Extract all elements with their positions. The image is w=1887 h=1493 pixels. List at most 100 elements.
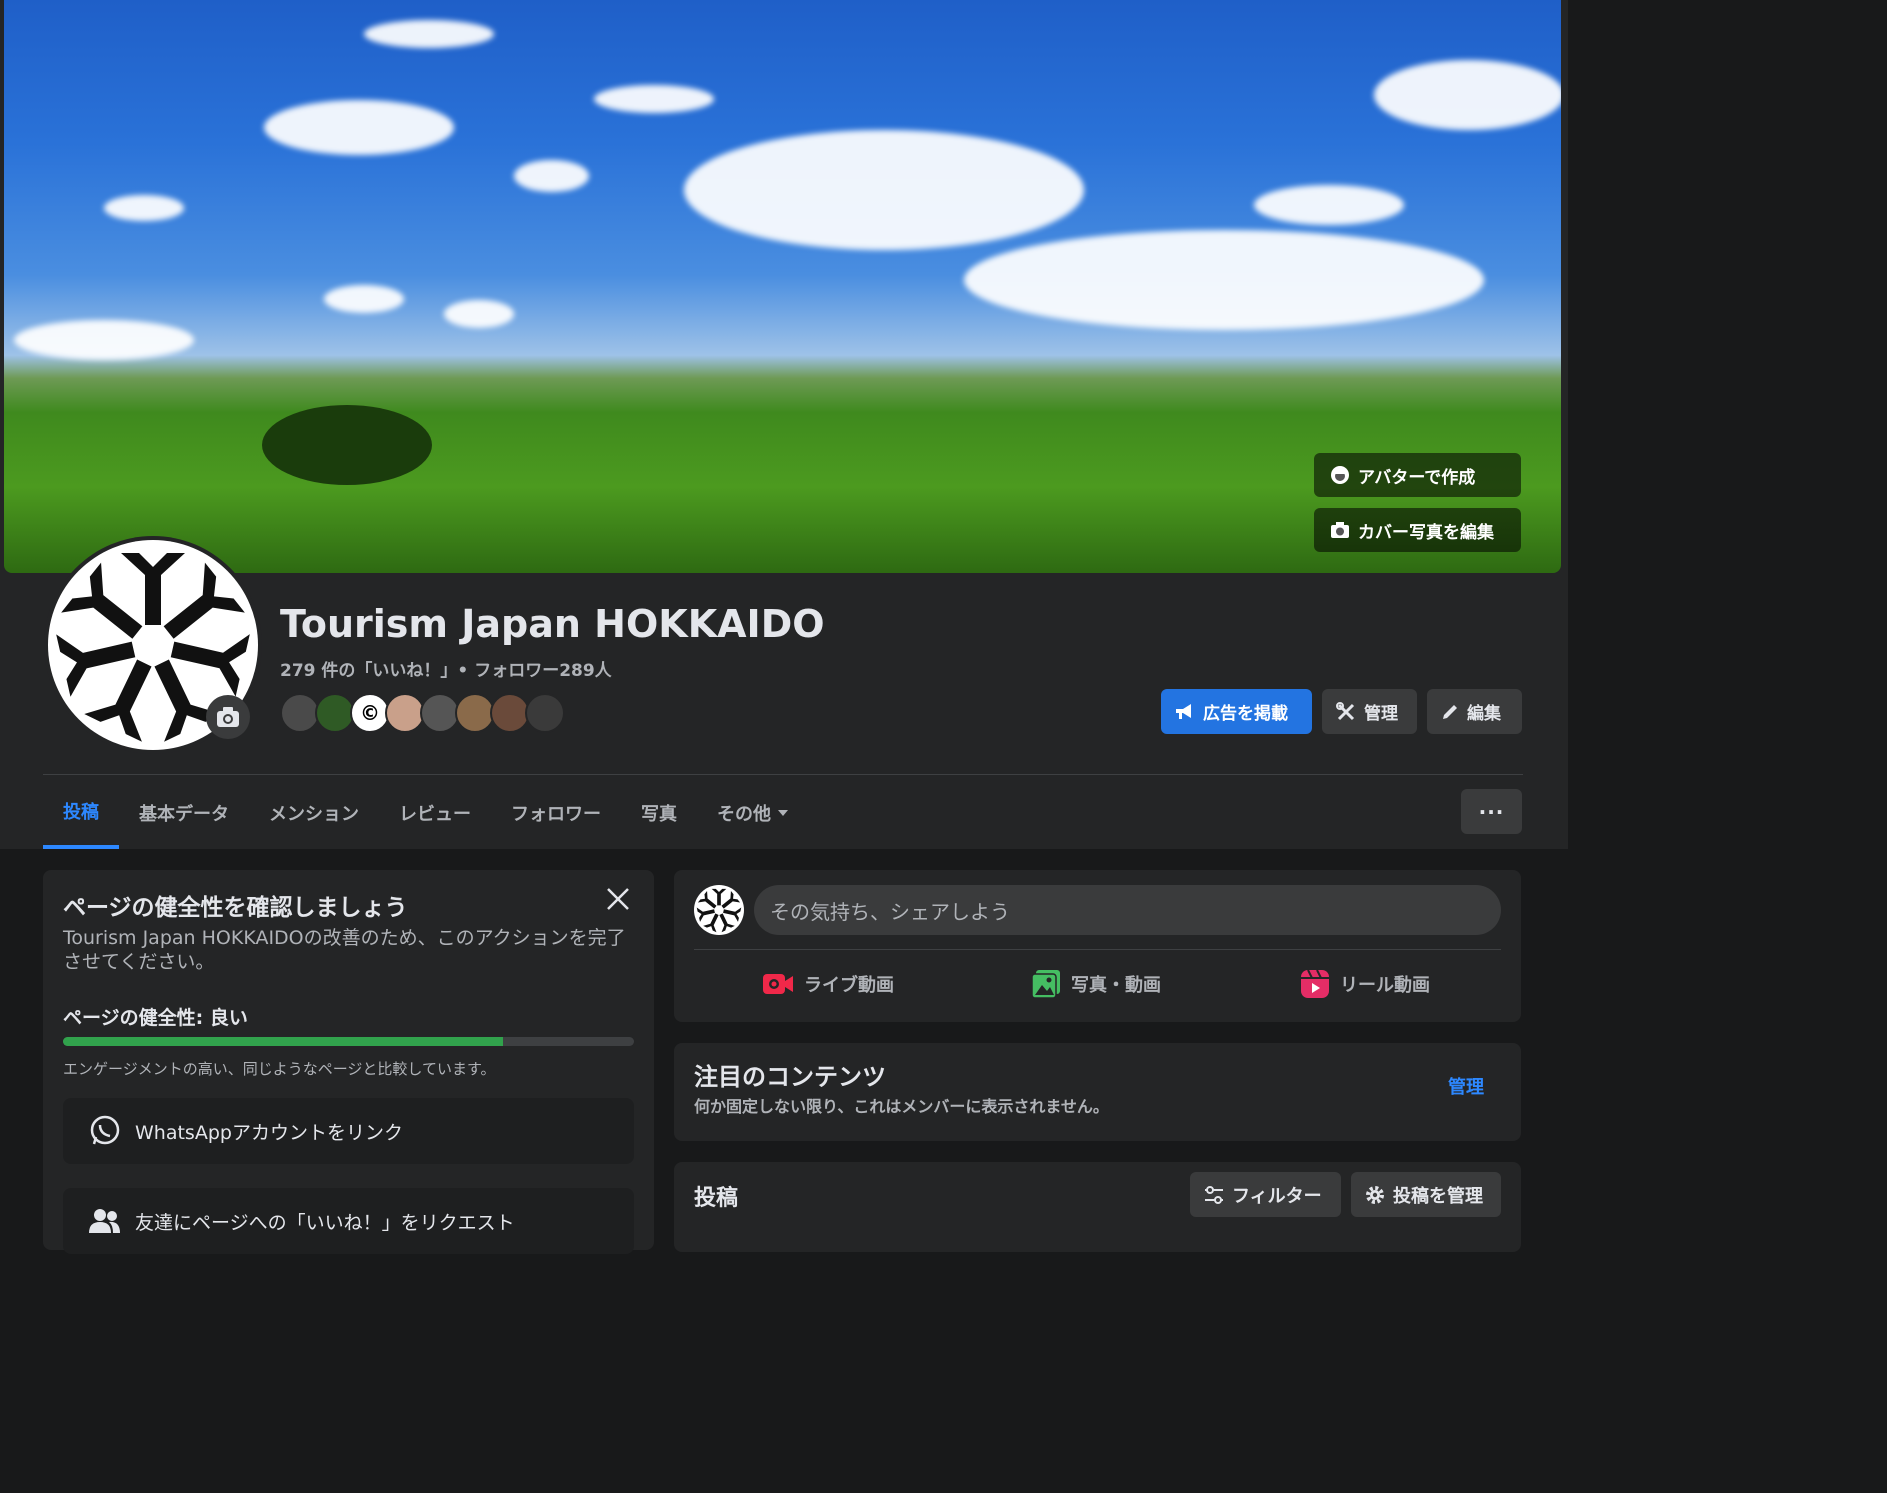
caret-down-icon xyxy=(778,809,788,816)
filter-label: フィルター xyxy=(1232,1185,1322,1207)
avatar-icon xyxy=(1331,466,1349,484)
tab-label: メンション xyxy=(269,803,359,825)
people-icon xyxy=(89,1209,120,1233)
tab-posts[interactable]: 投稿 xyxy=(43,776,119,849)
page-title: Tourism Japan HOKKAIDO xyxy=(280,602,825,646)
cloud-decoration xyxy=(264,100,454,155)
tab-followers[interactable]: フォロワー xyxy=(491,776,621,849)
posts-card: 投稿 フィルター 投稿を管理 xyxy=(674,1162,1521,1252)
edit-label: 編集 xyxy=(1467,704,1501,724)
follower-avatars[interactable]: © xyxy=(280,693,565,735)
avatar[interactable] xyxy=(490,693,530,733)
post-composer-card: その気持ち、シェアしよう ライブ動画 写真・動画 リール動画 xyxy=(674,870,1521,1022)
edit-button[interactable]: 編集 xyxy=(1427,689,1522,734)
cover-photo[interactable]: アバターで作成 カバー写真を編集 xyxy=(4,0,1561,573)
tab-label: 基本データ xyxy=(139,803,229,825)
link-whatsapp-task[interactable]: WhatsAppアカウントをリンク xyxy=(63,1098,634,1164)
cloud-decoration xyxy=(324,285,404,313)
featured-title: 注目のコンテンツ xyxy=(694,1063,886,1091)
cloud-decoration xyxy=(364,20,494,48)
task-label: 友達にページへの「いいね！」をリクエスト xyxy=(135,1211,515,1234)
divider xyxy=(43,774,1523,775)
more-options-button[interactable]: ··· xyxy=(1461,789,1522,834)
tab-reviews[interactable]: レビュー xyxy=(379,776,491,849)
live-video-icon xyxy=(763,974,793,994)
advertise-button[interactable]: 広告を掲載 xyxy=(1161,689,1312,734)
hokkaido-emblem-icon xyxy=(696,888,742,933)
gear-icon xyxy=(1366,1185,1384,1204)
cloud-decoration xyxy=(684,130,1084,250)
avatar[interactable] xyxy=(455,693,495,733)
tools-icon xyxy=(1336,701,1355,720)
cloud-decoration xyxy=(444,300,514,328)
avatar[interactable] xyxy=(525,693,565,733)
tree-decoration xyxy=(262,405,432,485)
page-tabs: 投稿 基本データ メンション レビュー フォロワー 写真 その他 xyxy=(43,776,809,849)
page-health-card: ページの健全性を確認しましょう Tourism Japan HOKKAIDOの改… xyxy=(43,870,654,1254)
featured-manage-link[interactable]: 管理 xyxy=(1448,1073,1484,1099)
featured-subtitle: 何か固定しない限り、これはメンバーに表示されません。 xyxy=(694,1097,1109,1116)
megaphone-icon xyxy=(1176,703,1191,719)
reel-label: リール動画 xyxy=(1340,975,1430,996)
whatsapp-icon xyxy=(90,1115,120,1145)
live-video-button[interactable]: ライブ動画 xyxy=(762,966,894,1002)
photo-label: 写真・動画 xyxy=(1071,975,1161,996)
cloud-decoration xyxy=(1374,60,1561,130)
filter-button[interactable]: フィルター xyxy=(1190,1172,1341,1217)
advertise-label: 広告を掲載 xyxy=(1203,704,1288,724)
avatar-create-label: アバターで作成 xyxy=(1358,467,1476,488)
cloud-decoration xyxy=(104,195,184,221)
invite-friends-task[interactable]: 友達にページへの「いいね！」をリクエスト xyxy=(63,1188,634,1254)
composer-input[interactable]: その気持ち、シェアしよう xyxy=(754,885,1501,935)
camera-icon xyxy=(1331,522,1349,538)
avatar[interactable] xyxy=(315,693,355,733)
cloud-decoration xyxy=(1254,185,1404,225)
close-icon[interactable] xyxy=(603,884,633,914)
photo-video-button[interactable]: 写真・動画 xyxy=(1031,966,1161,1002)
cloud-decoration xyxy=(594,85,714,113)
reel-icon xyxy=(1301,969,1329,998)
edit-cover-label: カバー写真を編集 xyxy=(1358,522,1494,543)
avatar[interactable] xyxy=(694,885,744,935)
posts-title: 投稿 xyxy=(694,1186,739,1211)
tab-mentions[interactable]: メンション xyxy=(249,776,379,849)
tab-label: 写真 xyxy=(641,803,677,825)
photo-icon xyxy=(1031,970,1060,999)
health-progress-bar xyxy=(63,1037,634,1046)
pencil-icon xyxy=(1443,704,1457,719)
manage-posts-button[interactable]: 投稿を管理 xyxy=(1351,1172,1501,1217)
ellipsis-icon: ··· xyxy=(1478,799,1505,824)
cloud-decoration xyxy=(964,230,1484,330)
health-description: Tourism Japan HOKKAIDOの改善のため、このアクションを完了さ… xyxy=(63,927,626,973)
health-note: エンゲージメントの高い、同じようなページと比較しています。 xyxy=(63,1060,496,1078)
tab-label: フォロワー xyxy=(511,803,601,825)
health-status: ページの健全性: 良い xyxy=(63,1007,248,1029)
cloud-decoration xyxy=(514,160,589,192)
featured-content-card: 注目のコンテンツ 何か固定しない限り、これはメンバーに表示されません。 管理 xyxy=(674,1043,1521,1141)
tab-more[interactable]: その他 xyxy=(697,776,809,849)
task-label: WhatsAppアカウントをリンク xyxy=(135,1121,403,1144)
avatar-create-button[interactable]: アバターで作成 xyxy=(1314,453,1521,497)
manage-label: 管理 xyxy=(1364,704,1398,724)
tab-label: レビュー xyxy=(399,803,471,825)
avatar[interactable] xyxy=(420,693,460,733)
health-progress-fill xyxy=(63,1037,503,1046)
tab-about[interactable]: 基本データ xyxy=(119,776,249,849)
avatar[interactable]: © xyxy=(350,693,390,733)
manage-button[interactable]: 管理 xyxy=(1322,689,1417,734)
change-profile-photo-button[interactable] xyxy=(206,695,250,739)
reel-video-button[interactable]: リール動画 xyxy=(1300,966,1430,1002)
divider xyxy=(694,949,1501,950)
edit-cover-button[interactable]: カバー写真を編集 xyxy=(1314,508,1521,552)
avatar[interactable] xyxy=(385,693,425,733)
tab-photos[interactable]: 写真 xyxy=(621,776,697,849)
camera-icon xyxy=(217,707,239,727)
live-label: ライブ動画 xyxy=(804,975,894,996)
cloud-decoration xyxy=(14,320,194,360)
tab-label: 投稿 xyxy=(63,801,99,823)
page-stats[interactable]: 279 件の「いいね！」• フォロワー289人 xyxy=(280,656,612,681)
avatar[interactable] xyxy=(280,693,320,733)
health-title: ページの健全性を確認しましょう xyxy=(63,895,408,921)
filter-icon xyxy=(1205,1185,1223,1204)
page-header: アバターで作成 カバー写真を編集 Tourism Japan HOKKAIDO … xyxy=(0,0,1568,849)
